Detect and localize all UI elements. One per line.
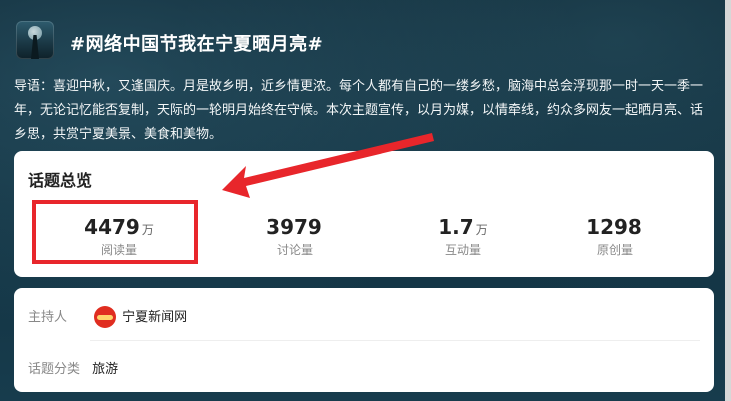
stat-interaction-count: 1.7 万 互动量 [378,215,548,258]
host-name-link[interactable]: 宁夏新闻网 [122,310,187,325]
topic-info-card: 主持人 宁夏新闻网 话题分类 旅游 [14,288,714,392]
topic-intro: 导语：喜迎中秋，又逢国庆。月是故乡明，近乡情更浓。每个人都有自己的一缕乡愁，脑海… [14,79,704,142]
topic-title[interactable]: #网络中国节我在宁夏晒月亮# [70,30,323,56]
stat-label: 互动量 [444,243,481,257]
stat-label: 原创量 [596,243,633,257]
host-key: 主持人 [28,310,68,325]
category-key: 话题分类 [28,362,81,377]
stat-unit: 万 [475,223,488,237]
overview-title: 话题总览 [28,171,93,190]
stat-value: 1.7 [438,215,474,239]
scrollbar[interactable] [725,0,731,401]
stat-original-count: 1298 原创量 [530,215,700,258]
info-divider [90,340,700,341]
stat-label: 讨论量 [276,243,313,257]
stat-value: 3979 [266,215,322,239]
stat-discussion-count: 3979 讨论量 [210,215,380,258]
highlight-box [32,200,198,264]
topic-avatar-image [16,21,54,59]
host-logo-icon[interactable] [94,305,117,328]
category-row: 话题分类 旅游 [28,358,118,377]
stat-value: 1298 [586,215,642,239]
host-row: 主持人 宁夏新闻网 [28,305,187,329]
category-value[interactable]: 旅游 [92,362,118,377]
